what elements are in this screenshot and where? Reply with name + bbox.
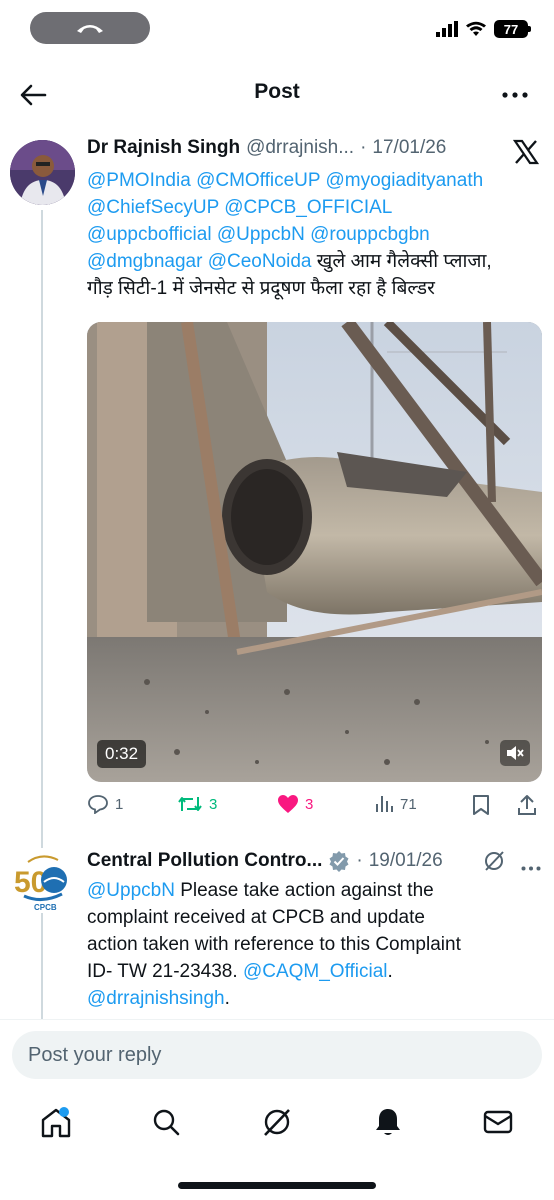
battery-icon: 77 xyxy=(494,20,531,38)
tweet-text-hindi: खुले आम गैलेक्सी प्लाजा, xyxy=(316,251,492,272)
author-name[interactable]: Dr Rajnish Singh xyxy=(87,137,240,159)
mention-link[interactable]: @uppcbofficial xyxy=(87,224,212,245)
share-button[interactable] xyxy=(517,794,537,816)
mention-link[interactable]: @myogiadityanath xyxy=(326,170,484,191)
reply-icon xyxy=(88,795,108,814)
verified-badge-icon xyxy=(329,851,349,872)
mention-link[interactable]: @UppcbN xyxy=(217,224,305,245)
grok-icon xyxy=(264,1109,290,1136)
avatar[interactable]: 50 CPCB xyxy=(10,848,75,913)
video-player[interactable] xyxy=(87,322,542,782)
repost-count: 3 xyxy=(209,795,218,813)
reply-input[interactable]: Post your reply xyxy=(12,1031,542,1079)
cpcb-logo: 50 CPCB xyxy=(10,848,75,913)
status-icons: 77 xyxy=(436,20,531,38)
cellular-signal-icon xyxy=(436,21,458,37)
reply-action[interactable]: 1 xyxy=(87,794,123,814)
mention-link[interactable]: @drrajnishsingh xyxy=(87,988,225,1009)
tweet-text: . xyxy=(387,961,393,982)
video-thumbnail xyxy=(87,322,542,782)
avatar[interactable] xyxy=(10,140,75,205)
tweet-actions: 1 3 3 71 xyxy=(87,794,542,818)
heart-filled-icon xyxy=(278,795,298,813)
profile-photo xyxy=(10,140,75,205)
envelope-icon xyxy=(483,1110,513,1134)
tab-search[interactable] xyxy=(146,1100,186,1144)
views-action[interactable]: 71 xyxy=(374,794,417,814)
grok-icon xyxy=(485,851,504,871)
like-action[interactable]: 3 xyxy=(277,794,313,814)
meta-separator: · xyxy=(356,850,363,871)
author-handle[interactable]: @drrajnish... xyxy=(246,137,354,159)
share-icon xyxy=(518,795,536,815)
tweet-body: @PMOIndia @CMOfficeUP @myogiadityanath @… xyxy=(87,167,547,302)
phone-icon xyxy=(77,25,103,33)
tweet-text: . xyxy=(224,988,230,1009)
video-duration: 0:32 xyxy=(97,740,147,768)
home-icon xyxy=(41,1107,71,1138)
bookmark-button[interactable] xyxy=(472,794,490,816)
tab-notifications[interactable] xyxy=(368,1100,408,1144)
tweet-meta: Central Pollution Contro... · 19/01/26 xyxy=(87,850,443,872)
tweet-text-hindi: गौड़ सिटी-1 में जेनसेट से प्रदूषण फैला र… xyxy=(87,278,435,299)
divider xyxy=(0,1019,554,1020)
mention-link[interactable]: @CAQM_Official xyxy=(243,961,388,982)
search-icon xyxy=(153,1109,180,1136)
mention-link[interactable]: @CeoNoida xyxy=(208,251,312,272)
mention-link[interactable]: @CMOfficeUP xyxy=(196,170,320,191)
tab-grok[interactable] xyxy=(257,1100,297,1144)
mention-link[interactable]: @PMOIndia xyxy=(87,170,191,191)
bookmark-icon xyxy=(473,795,489,815)
active-call-pill[interactable] xyxy=(30,12,150,44)
mention-link[interactable]: @dmgbnagar xyxy=(87,251,202,272)
battery-level: 77 xyxy=(503,21,519,37)
speaker-muted-icon xyxy=(507,746,524,760)
logo-text: CPCB xyxy=(34,903,57,912)
home-indicator xyxy=(178,1182,376,1189)
reply-placeholder: Post your reply xyxy=(28,1043,162,1066)
repost-icon xyxy=(178,797,202,811)
grok-button[interactable] xyxy=(483,850,505,877)
bottom-tab-bar xyxy=(0,1100,554,1150)
reply-count: 1 xyxy=(115,795,124,813)
bell-icon xyxy=(376,1109,400,1135)
meta-separator: · xyxy=(360,137,367,158)
tweet-meta: Dr Rajnish Singh @drrajnish... · 17/01/2… xyxy=(87,137,446,159)
tweet-text: Please take action against the xyxy=(174,880,434,901)
post-date[interactable]: 19/01/26 xyxy=(369,850,443,872)
page-title: Post xyxy=(254,80,300,103)
tweet-text: ID- TW 21-23438. xyxy=(87,961,243,982)
like-count: 3 xyxy=(305,795,314,813)
more-dots-icon xyxy=(521,866,541,871)
mention-link[interactable]: @CPCB_OFFICIAL xyxy=(224,197,392,218)
mention-link[interactable]: @ChiefSecyUP xyxy=(87,197,219,218)
mute-button[interactable] xyxy=(500,740,530,766)
wifi-icon xyxy=(466,21,486,36)
mention-link[interactable]: @UppcbN xyxy=(87,880,175,901)
mention-link[interactable]: @rouppcbgbn xyxy=(310,224,430,245)
analytics-icon xyxy=(376,796,393,812)
tweet-body: @UppcbN Please take action against the c… xyxy=(87,877,547,1012)
tab-home[interactable] xyxy=(36,1100,76,1144)
tweet-text: action taken with reference to this Comp… xyxy=(87,934,461,955)
more-options-button[interactable] xyxy=(498,80,532,110)
repost-action[interactable]: 3 xyxy=(177,794,217,814)
x-logo-icon xyxy=(512,138,540,166)
more-options-button[interactable] xyxy=(521,858,541,876)
tab-messages[interactable] xyxy=(478,1100,518,1144)
post-date[interactable]: 17/01/26 xyxy=(372,137,446,159)
author-name[interactable]: Central Pollution Contro... xyxy=(87,850,322,872)
more-dots-icon xyxy=(502,92,528,98)
tweet-text: complaint received at CPCB and update xyxy=(87,907,425,928)
view-count: 71 xyxy=(400,795,417,813)
